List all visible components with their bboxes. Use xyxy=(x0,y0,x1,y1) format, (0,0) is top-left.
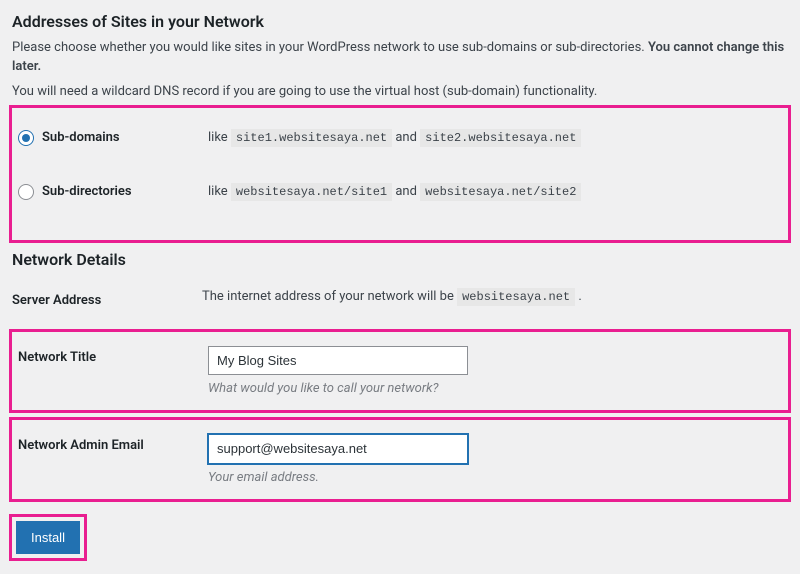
subdomains-option[interactable]: Sub-domains xyxy=(18,130,120,146)
admin-email-label: Network Admin Email xyxy=(18,422,208,497)
server-address-table: Server Address The internet address of y… xyxy=(12,277,788,324)
subdirectories-example-1: websitesaya.net/site1 xyxy=(231,183,392,201)
address-type-highlight: Sub-domains like site1.websitesaya.net a… xyxy=(12,108,788,240)
subdirectories-example-2: websitesaya.net/site2 xyxy=(420,183,581,201)
dns-note: You will need a wildcard DNS record if y… xyxy=(12,83,788,102)
addresses-heading: Addresses of Sites in your Network xyxy=(12,12,788,31)
network-title-highlight: Network Title What would you like to cal… xyxy=(12,332,788,411)
subdirectories-example: like websitesaya.net/site1 and websitesa… xyxy=(208,174,782,228)
subdomains-row: Sub-domains like site1.websitesaya.net a… xyxy=(18,120,782,174)
server-address-value: The internet address of your network wil… xyxy=(202,277,788,324)
server-address-domain: websitesaya.net xyxy=(457,288,575,306)
install-highlight: Install xyxy=(12,517,84,559)
network-details-heading: Network Details xyxy=(12,250,788,269)
subdomains-example-1: site1.websitesaya.net xyxy=(231,129,392,147)
subdirectories-row: Sub-directories like websitesaya.net/sit… xyxy=(18,174,782,228)
subdomains-radio[interactable] xyxy=(18,130,34,146)
admin-email-input[interactable] xyxy=(208,434,468,464)
subdomains-label: Sub-domains xyxy=(42,130,120,145)
subdomains-example: like site1.websitesaya.net and site2.web… xyxy=(208,120,782,174)
subdomains-example-2: site2.websitesaya.net xyxy=(420,129,581,147)
network-title-row: Network Title What would you like to cal… xyxy=(18,334,782,409)
address-type-table: Sub-domains like site1.websitesaya.net a… xyxy=(18,120,782,228)
install-button[interactable]: Install xyxy=(16,521,80,555)
server-address-row: Server Address The internet address of y… xyxy=(12,277,788,324)
admin-email-hint: Your email address. xyxy=(208,470,772,485)
network-title-hint: What would you like to call your network… xyxy=(208,381,772,396)
admin-email-highlight: Network Admin Email Your email address. xyxy=(12,420,788,499)
network-title-input[interactable] xyxy=(208,346,468,376)
subdirectories-radio[interactable] xyxy=(18,184,34,200)
admin-email-row: Network Admin Email Your email address. xyxy=(18,422,782,497)
addresses-description: Please choose whether you would like sit… xyxy=(12,39,788,77)
server-address-label: Server Address xyxy=(12,277,202,324)
addresses-desc-text: Please choose whether you would like sit… xyxy=(12,40,648,55)
subdirectories-label: Sub-directories xyxy=(42,184,132,199)
network-title-label: Network Title xyxy=(18,334,208,409)
subdirectories-option[interactable]: Sub-directories xyxy=(18,184,132,200)
